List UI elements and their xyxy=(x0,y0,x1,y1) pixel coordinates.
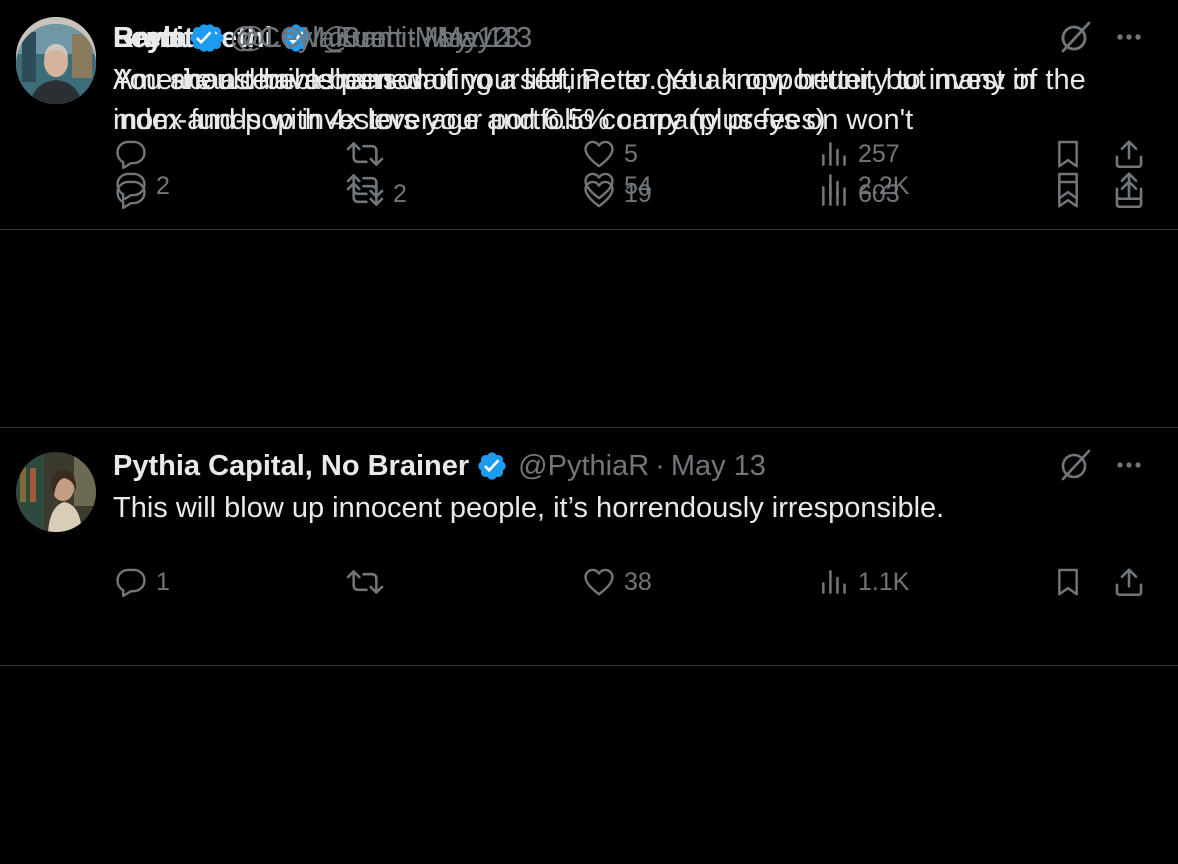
divider xyxy=(0,427,1178,428)
tweet[interactable]: Pythia Capital, No Brainer @PythiaR · Ma… xyxy=(0,428,1178,665)
action-bar: 5 257 xyxy=(0,134,1178,174)
reply-button[interactable] xyxy=(114,174,156,214)
tweet-text: You are a terrible person xyxy=(113,64,430,96)
bookmark-icon xyxy=(1058,568,1078,596)
reply-icon xyxy=(116,568,146,598)
share-button[interactable] xyxy=(1112,562,1146,602)
views-count: 257 xyxy=(858,139,900,168)
grok-icon[interactable] xyxy=(1058,20,1092,54)
share-button[interactable] xyxy=(1112,174,1146,214)
more-icon[interactable] xyxy=(1113,450,1145,480)
action-bar: 2 19 603 xyxy=(0,174,1178,214)
action-bar: 1 38 1.1K xyxy=(0,562,1178,602)
retweet-button[interactable]: 2 xyxy=(345,174,407,214)
like-count: 19 xyxy=(624,179,652,208)
like-icon xyxy=(584,568,614,596)
more-icon[interactable] xyxy=(1113,22,1145,52)
like-button[interactable]: 5 xyxy=(582,134,638,174)
share-icon xyxy=(1115,140,1143,169)
avatar[interactable] xyxy=(16,452,96,532)
like-button[interactable]: 38 xyxy=(582,562,652,602)
like-button[interactable]: 19 xyxy=(582,174,652,214)
retweet-button[interactable] xyxy=(345,134,393,174)
divider xyxy=(0,229,1178,230)
retweet-icon xyxy=(346,182,384,206)
retweet-icon xyxy=(346,570,384,594)
like-count: 5 xyxy=(624,139,638,168)
share-icon xyxy=(1115,568,1143,597)
reply-icon xyxy=(116,180,146,210)
share-button[interactable] xyxy=(1112,134,1146,174)
author-handle[interactable]: @PythiaR xyxy=(518,450,649,483)
views-icon xyxy=(822,570,846,594)
views-count: 603 xyxy=(858,179,900,208)
views-button[interactable]: 1.1K xyxy=(818,562,909,602)
views-button[interactable]: 257 xyxy=(818,134,900,174)
tweet-text: This will blow up innocent people, it’s … xyxy=(113,492,945,524)
share-icon xyxy=(1115,180,1143,209)
retweet-button[interactable] xyxy=(345,562,393,602)
bookmark-button[interactable] xyxy=(1052,134,1084,174)
views-icon xyxy=(822,182,846,206)
like-count: 38 xyxy=(624,567,652,596)
reply-count: 1 xyxy=(156,567,170,596)
author-name[interactable]: Pythia Capital, No Brainer xyxy=(113,450,469,483)
views-icon xyxy=(822,142,846,166)
author-name[interactable]: Brett xyxy=(113,22,181,55)
author-handle[interactable]: @CCM_Brett xyxy=(230,22,403,55)
verified-badge-icon xyxy=(476,450,508,482)
verified-badge-icon xyxy=(188,22,220,54)
reply-button[interactable]: 1 xyxy=(114,562,170,602)
tweet-date[interactable]: May 13 xyxy=(671,450,766,483)
retweet-count: 2 xyxy=(393,179,407,208)
bookmark-button[interactable] xyxy=(1052,174,1084,214)
separator: · xyxy=(408,21,419,54)
bookmark-icon xyxy=(1058,180,1078,208)
views-button[interactable]: 603 xyxy=(818,174,900,214)
reply-button[interactable] xyxy=(114,134,156,174)
reply-icon xyxy=(116,140,146,170)
retweet-icon xyxy=(346,142,384,166)
tweet-header: Pythia Capital, No Brainer @PythiaR · Ma… xyxy=(113,446,766,486)
separator: · xyxy=(655,449,665,482)
divider xyxy=(0,665,1178,666)
tweet-header: Brett @CCM_Brett · May 13 xyxy=(113,18,519,58)
avatar[interactable] xyxy=(16,24,96,104)
like-icon xyxy=(584,180,614,208)
bookmark-icon xyxy=(1058,140,1078,168)
reply-feed: Ramit Sethi @ramit · May 13 You should b… xyxy=(0,0,1178,864)
views-count: 1.1K xyxy=(858,567,910,596)
tweet-date[interactable]: May 13 xyxy=(424,22,519,55)
bookmark-button[interactable] xyxy=(1052,562,1084,602)
like-icon xyxy=(584,140,614,168)
grok-icon[interactable] xyxy=(1058,448,1092,482)
